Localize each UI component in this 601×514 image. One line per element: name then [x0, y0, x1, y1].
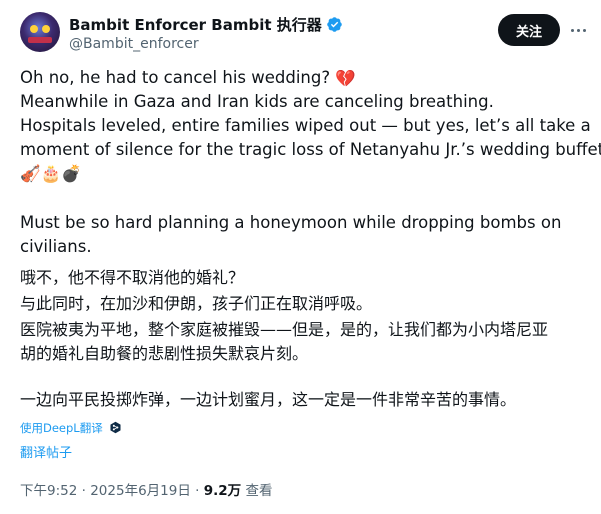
tweet-line: Meanwhile in Gaza and Iran kids are canc… — [20, 92, 494, 111]
more-options-icon[interactable] — [568, 20, 588, 40]
avatar-mouth — [28, 37, 52, 43]
tweet-line: moment of silence for the tragic loss of… — [20, 140, 601, 159]
tweet-text: Oh no, he had to cancel his wedding? — [20, 68, 331, 87]
views-label: 查看 — [245, 483, 273, 499]
emoji-row: 🎻🎂💣 — [20, 164, 82, 183]
deepl-logo-icon — [110, 421, 121, 434]
author-name-row[interactable]: Bambit Enforcer Bambit 执行器 — [69, 14, 343, 34]
broken-heart-emoji: 💔 — [335, 68, 356, 88]
deepl-label[interactable]: 使用DeepL翻译 — [20, 421, 103, 435]
tweet-date[interactable]: 2025年6月19日 — [90, 483, 191, 499]
tweet-line: Must be so hard planning a honeymoon whi… — [20, 213, 562, 232]
translated-line: 医院被夷为平地，整个家庭被摧毁——但是，是的，让我们都为小内塔尼亚 — [20, 320, 549, 339]
translate-post-link[interactable]: 翻译帖子 — [20, 442, 72, 461]
views-count: 9.2万 — [203, 483, 242, 499]
author-display-name[interactable]: Bambit Enforcer Bambit 执行器 — [69, 14, 322, 35]
separator: · — [81, 483, 86, 499]
tweet-line: Oh no, he had to cancel his wedding? 💔 — [20, 68, 356, 89]
avatar-eye — [42, 25, 50, 33]
avatar-eye — [30, 25, 38, 33]
verified-badge-icon — [327, 16, 342, 32]
avatar[interactable] — [20, 12, 60, 52]
deepl-translate-link[interactable]: 使用DeepL翻译 — [20, 420, 122, 436]
tweet-meta: 下午9:52 · 2025年6月19日 · 9.2万 查看 — [20, 479, 272, 499]
translated-line: 一边向平民投掷炸弹，一边计划蜜月，这一定是一件非常辛苦的事情。 — [20, 390, 517, 409]
translated-line: 哦不，他不得不取消他的婚礼？ — [20, 268, 245, 287]
separator: · — [195, 483, 200, 499]
tweet-time[interactable]: 下午9:52 — [20, 483, 77, 499]
tweet-line: Hospitals leveled, entire families wiped… — [20, 116, 591, 135]
translated-line: 与此同时，在加沙和伊朗，孩子们正在取消呼吸。 — [20, 294, 373, 313]
translated-line: 胡的婚礼自助餐的悲剧性损失默哀片刻。 — [20, 344, 309, 363]
author-handle[interactable]: @Bambit_enforcer — [69, 36, 199, 52]
tweet-line: civilians. — [20, 237, 92, 256]
follow-button[interactable]: 关注 — [498, 14, 560, 46]
